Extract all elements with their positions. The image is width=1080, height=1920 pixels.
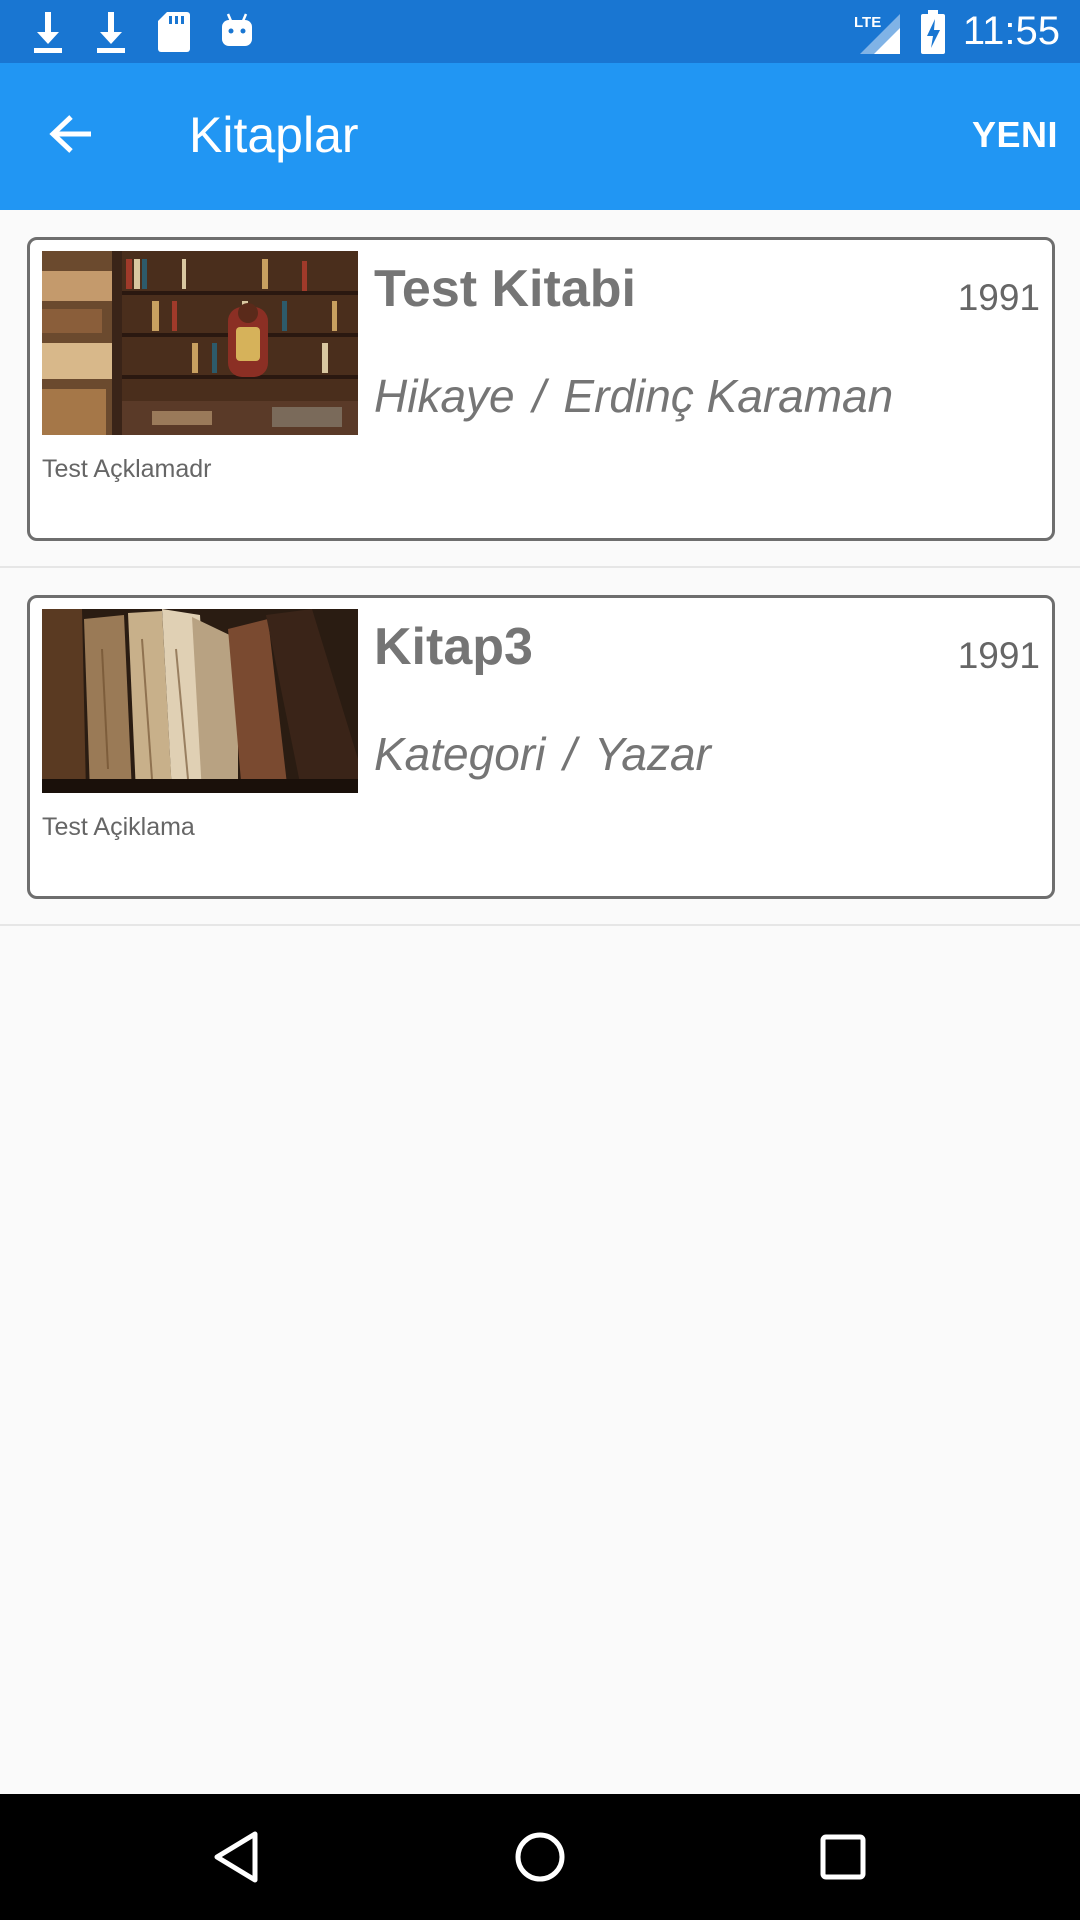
book-author: Yazar <box>594 728 711 780</box>
back-button[interactable] <box>30 93 112 175</box>
book-list: Test Kitabi 1991 Hikaye / Erdinç Karaman T… <box>0 210 1080 926</box>
book-category: Kategori <box>374 728 546 780</box>
list-item[interactable]: Test Kitabi 1991 Hikaye / Erdinç Karaman T… <box>0 210 1080 568</box>
meta-separator: / <box>532 370 546 422</box>
lte-signal-icon: LTE <box>854 14 900 54</box>
book-meta: Kategori / Yazar <box>374 726 711 782</box>
book-card[interactable]: Kitap3 1991 Kategori / Yazar Test Açiklama <box>27 595 1055 899</box>
book-title: Test Kitabi <box>374 260 636 318</box>
clock: 11:55 <box>962 9 1060 53</box>
page-title: Kitaplar <box>189 107 359 163</box>
arrow-back-icon <box>49 115 91 153</box>
book-category: Hikaye <box>374 370 515 422</box>
meta-separator: / <box>563 728 577 780</box>
book-title: Kitap3 <box>374 618 533 676</box>
app-bar: Kitaplar YENI <box>0 63 1080 210</box>
recents-square-icon <box>820 1834 866 1880</box>
list-item[interactable]: Kitap3 1991 Kategori / Yazar Test Açiklama <box>0 568 1080 926</box>
book-image <box>42 609 358 793</box>
nav-recents-button[interactable] <box>803 1817 883 1897</box>
book-image <box>42 251 358 435</box>
nav-back-button[interactable] <box>196 1817 276 1897</box>
book-author: Erdinç Karaman <box>563 370 894 422</box>
battery-charging-icon <box>921 10 945 54</box>
navigation-bar <box>0 1794 1080 1920</box>
old-books-photo <box>42 609 358 793</box>
home-circle-icon <box>515 1832 565 1882</box>
bookstore-photo <box>42 251 358 435</box>
book-description: Test Açiklama <box>42 813 195 841</box>
book-year: 1991 <box>957 277 1040 318</box>
network-label: LTE <box>854 14 881 31</box>
sd-card-icon <box>158 12 190 52</box>
new-book-button[interactable]: YENI <box>972 113 1058 157</box>
download-icon <box>34 12 62 53</box>
book-description: Test Açklamadr <box>42 455 212 483</box>
status-bar: LTE 11:55 <box>0 0 1080 63</box>
book-card[interactable]: Test Kitabi 1991 Hikaye / Erdinç Karaman T… <box>27 237 1055 541</box>
book-meta: Hikaye / Erdinç Karaman <box>374 368 893 424</box>
book-year: 1991 <box>957 635 1040 676</box>
nav-home-button[interactable] <box>500 1817 580 1897</box>
download-icon <box>97 12 125 53</box>
android-icon <box>222 13 252 46</box>
back-triangle-icon <box>214 1831 258 1883</box>
